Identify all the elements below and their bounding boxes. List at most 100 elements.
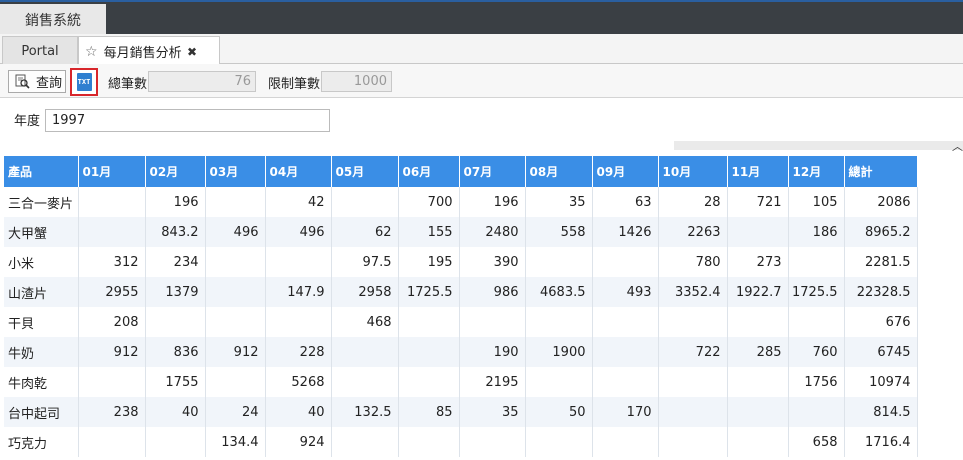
month-cell [525,247,593,277]
horizontal-scrollbar[interactable] [674,141,963,150]
tab-monthly-sales-analysis[interactable]: ☆ 每月銷售分析 ✖ [78,36,220,66]
close-icon[interactable]: ✖ [187,45,197,59]
month-cell: 35 [459,397,526,427]
month-cell [398,367,460,397]
query-button[interactable]: 查詢 [8,70,66,93]
column-header-month[interactable]: 09月 [592,156,659,187]
month-cell: 228 [265,337,332,367]
column-header-month[interactable]: 01月 [78,156,146,187]
query-icon [15,74,30,89]
month-cell: 780 [658,247,728,277]
month-cell: 2955 [78,277,146,307]
star-icon[interactable]: ☆ [85,44,98,60]
app-tab-sales-system[interactable]: 銷售系統 [0,4,106,36]
month-cell: 493 [592,277,659,307]
month-cell: 1725.5 [788,277,845,307]
month-cell: 390 [459,247,526,277]
table-row[interactable]: 山渣片 2955 1379 147.9 2958 1725.5 986 4683.5 493 33… [4,277,918,307]
table-row[interactable]: 牛奶 912 836 912 228 190 1900 722 285 760 6745 [4,337,918,367]
total-cell: 2281.5 [844,247,918,277]
total-cell: 676 [844,307,918,337]
month-cell [788,247,845,277]
month-cell: 134.4 [205,427,266,457]
column-header-month[interactable]: 12月 [788,156,845,187]
month-cell: 195 [398,247,460,277]
total-cell: 6745 [844,337,918,367]
year-input[interactable] [45,109,330,132]
month-cell [727,217,789,247]
total-count-label: 總筆數: [108,77,152,92]
column-header-month[interactable]: 04月 [265,156,332,187]
month-cell: 28 [658,187,728,217]
toolbar: 查詢 TXT 總筆數: 76 限制筆數: 1000 [0,64,963,98]
month-cell: 132.5 [331,397,399,427]
column-header-product[interactable]: 產品 [4,156,79,187]
month-cell [727,397,789,427]
month-cell: 1922.7 [727,277,789,307]
month-cell: 170 [592,397,659,427]
month-cell: 2263 [658,217,728,247]
month-cell: 721 [727,187,789,217]
product-cell: 牛肉乾 [4,367,79,397]
total-cell: 8965.2 [844,217,918,247]
export-txt-button[interactable]: TXT [70,68,98,96]
month-cell: 5268 [265,367,332,397]
month-cell: 2480 [459,217,526,247]
product-cell: 小米 [4,247,79,277]
sales-grid: 產品 01月 02月 03月 04月 05月 06月 07月 08月 09月 10月 11月 12月 總計… [4,156,918,457]
column-header-month[interactable]: 02月 [145,156,206,187]
product-cell: 大甲蟹 [4,217,79,247]
month-cell [331,337,399,367]
total-count-field: 76 [148,71,256,92]
month-cell: 4683.5 [525,277,593,307]
limit-count-field: 1000 [321,71,392,92]
month-cell [788,397,845,427]
column-header-month[interactable]: 05月 [331,156,399,187]
table-row[interactable]: 巧克力 134.4 924 658 1716.4 [4,427,918,457]
month-cell [525,307,593,337]
column-header-month[interactable]: 10月 [658,156,728,187]
month-cell: 912 [205,337,266,367]
month-cell [205,187,266,217]
month-cell [592,307,659,337]
month-cell: 196 [459,187,526,217]
column-header-total[interactable]: 總計 [844,156,918,187]
month-cell [788,307,845,337]
tab-strip: Portal ☆ 每月銷售分析 ✖ [0,34,963,66]
table-row[interactable]: 小米 312 234 97.5 195 390 780 273 2281.5 [4,247,918,277]
month-cell [265,307,332,337]
month-cell: 155 [398,217,460,247]
column-header-month[interactable]: 07月 [459,156,526,187]
tab-portal[interactable]: Portal [2,36,78,65]
column-header-month[interactable]: 06月 [398,156,460,187]
month-cell: 186 [788,217,845,247]
table-row[interactable]: 干貝 208 468 676 [4,307,918,337]
product-cell: 巧克力 [4,427,79,457]
product-cell: 牛奶 [4,337,79,367]
month-cell: 3352.4 [658,277,728,307]
total-cell: 10974 [844,367,918,397]
chevron-up-icon[interactable]: ︿ [952,138,963,154]
month-cell: 722 [658,337,728,367]
grid-header-row: 產品 01月 02月 03月 04月 05月 06月 07月 08月 09月 10月 11月 12月 總計 [4,156,918,187]
month-cell [398,427,460,457]
month-cell [398,307,460,337]
month-cell: 190 [459,337,526,367]
column-header-month[interactable]: 08月 [525,156,593,187]
month-cell: 238 [78,397,146,427]
table-row[interactable]: 大甲蟹 843.2 496 496 62 155 2480 558 1426 2263 186 896… [4,217,918,247]
product-cell: 山渣片 [4,277,79,307]
table-row[interactable]: 台中起司 238 40 24 40 132.5 85 35 50 170 814.5 [4,397,918,427]
month-cell: 85 [398,397,460,427]
table-row[interactable]: 三合一麥片 196 42 700 196 35 63 28 721 105 2086 [4,187,918,217]
month-cell: 234 [145,247,206,277]
month-cell [331,187,399,217]
column-header-month[interactable]: 03月 [205,156,266,187]
table-row[interactable]: 牛肉乾 1755 5268 2195 1756 10974 [4,367,918,397]
month-cell [658,397,728,427]
month-cell: 273 [727,247,789,277]
month-cell [205,277,266,307]
column-header-month[interactable]: 11月 [727,156,789,187]
month-cell: 105 [788,187,845,217]
month-cell [331,367,399,397]
